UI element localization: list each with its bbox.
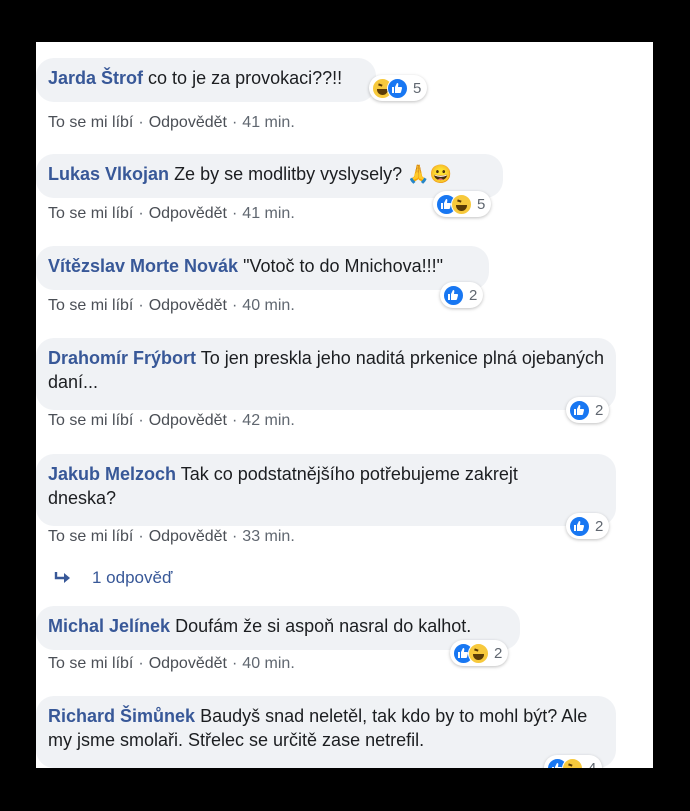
view-replies-link[interactable]: 1 odpověď	[54, 568, 172, 588]
comment-author[interactable]: Richard Šimůnek	[48, 706, 195, 726]
reply-link[interactable]: Odpovědět	[149, 528, 227, 545]
laughing-face-icon	[468, 642, 489, 664]
comment-bubble: Drahomír Frýbort To jen preskla jeho nad…	[36, 338, 616, 410]
separator-dot: ·	[231, 528, 238, 545]
reply-link[interactable]: Odpovědět	[149, 114, 227, 131]
comment-bubble: Richard Šimůnek Baudyš snad neletěl, tak…	[36, 696, 616, 768]
comment-time[interactable]: 40 min.	[242, 655, 294, 672]
like-link[interactable]: To se mi líbí	[48, 655, 133, 672]
laughing-face-icon	[562, 757, 583, 768]
reactions-summary[interactable]: 2	[440, 282, 484, 308]
separator-dot: ·	[138, 297, 144, 314]
separator-dot: ·	[138, 528, 144, 545]
comment-text: Ze by se modlitby vyslysely? 🙏😀	[174, 164, 452, 184]
comment-author[interactable]: Jarda Štrof	[48, 68, 143, 88]
comment-actions: To se mi líbí · Odpovědět · 42 min.	[48, 412, 295, 430]
comment-author[interactable]: Lukas Vlkojan	[48, 164, 169, 184]
comment-time[interactable]: 33 min.	[242, 528, 294, 545]
separator-dot: ·	[231, 114, 238, 131]
reactions-summary[interactable]: 2	[566, 513, 610, 539]
comment-actions: To se mi líbí · Odpovědět · 41 min.	[48, 114, 295, 132]
thumbs-up-icon	[443, 284, 464, 306]
reactions-summary[interactable]: 5	[369, 75, 428, 101]
comment-text: co to je za provokaci??!!	[148, 68, 343, 88]
reactions-summary[interactable]: 2	[566, 397, 610, 423]
reaction-count: 4	[588, 759, 597, 769]
view-replies-label: 1 odpověď	[92, 568, 173, 587]
reaction-count: 2	[595, 517, 604, 535]
separator-dot: ·	[138, 114, 144, 131]
reaction-count: 2	[494, 644, 503, 662]
comment-actions: To se mi líbí · Odpovědět · 40 min.	[48, 655, 295, 673]
thumbs-up-icon	[569, 515, 590, 537]
reaction-count: 2	[595, 401, 604, 419]
separator-dot: ·	[231, 205, 238, 222]
comment-bubble: Jakub Melzoch Tak co podstatnějšího potř…	[36, 454, 616, 526]
comment-text: Doufám že si aspoň nasral do kalhot.	[175, 616, 472, 636]
like-link[interactable]: To se mi líbí	[48, 297, 133, 314]
comment-time[interactable]: 41 min.	[242, 114, 294, 131]
separator-dot: ·	[231, 412, 238, 429]
reactions-summary[interactable]: 4	[544, 755, 603, 769]
reply-link[interactable]: Odpovědět	[149, 205, 227, 222]
reaction-count: 5	[477, 195, 486, 213]
reactions-summary[interactable]: 2	[450, 640, 509, 666]
comment-actions: To se mi líbí · Odpovědět · 40 min.	[48, 297, 295, 315]
comment-actions: To se mi líbí · Odpovědět · 33 min.	[48, 528, 295, 546]
comment-actions: To se mi líbí · Odpovědět · 41 min.	[48, 205, 295, 223]
thumbs-up-icon	[569, 399, 590, 421]
comment-time[interactable]: 40 min.	[242, 297, 294, 314]
separator-dot: ·	[138, 205, 144, 222]
laughing-face-icon	[451, 193, 472, 215]
separator-dot: ·	[231, 297, 238, 314]
comment-bubble: Jarda Štrof co to je za provokaci??!!	[36, 58, 376, 102]
comment-bubble: Vítězslav Morte Novák "Votoč to do Mnich…	[36, 246, 489, 290]
reply-link[interactable]: Odpovědět	[149, 655, 227, 672]
comment-text: "Votoč to do Mnichova!!!"	[243, 256, 443, 276]
separator-dot: ·	[138, 412, 144, 429]
comment-time[interactable]: 42 min.	[242, 412, 294, 429]
reply-arrow-icon	[54, 572, 70, 583]
reaction-count: 5	[413, 79, 422, 97]
comments-panel: Jarda Štrof co to je za provokaci??!! 5 …	[36, 42, 653, 768]
comment-author[interactable]: Jakub Melzoch	[48, 464, 176, 484]
reply-link[interactable]: Odpovědět	[149, 412, 227, 429]
comment-author[interactable]: Michal Jelínek	[48, 616, 170, 636]
reply-link[interactable]: Odpovědět	[149, 297, 227, 314]
separator-dot: ·	[231, 655, 238, 672]
comment-author[interactable]: Vítězslav Morte Novák	[48, 256, 238, 276]
comment-bubble: Lukas Vlkojan Ze by se modlitby vyslysel…	[36, 154, 503, 198]
like-link[interactable]: To se mi líbí	[48, 114, 133, 131]
comment-author[interactable]: Drahomír Frýbort	[48, 348, 196, 368]
thumbs-up-icon	[387, 77, 408, 99]
separator-dot: ·	[138, 655, 144, 672]
comment-time[interactable]: 41 min.	[242, 205, 294, 222]
like-link[interactable]: To se mi líbí	[48, 412, 133, 429]
reactions-summary[interactable]: 5	[433, 191, 492, 217]
comment-bubble: Michal Jelínek Doufám že si aspoň nasral…	[36, 606, 520, 650]
like-link[interactable]: To se mi líbí	[48, 528, 133, 545]
reaction-count: 2	[469, 286, 478, 304]
like-link[interactable]: To se mi líbí	[48, 205, 133, 222]
